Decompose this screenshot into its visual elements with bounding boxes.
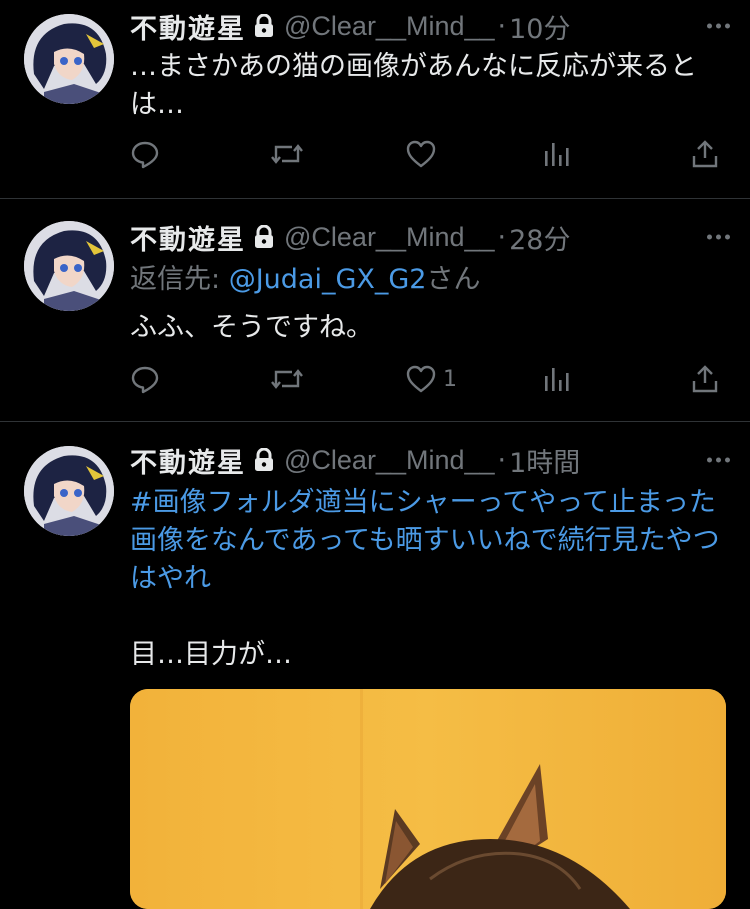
share-button[interactable] [690,134,720,174]
action-bar: 1 [130,359,726,399]
reply-button[interactable] [130,359,160,399]
tweet-1[interactable]: 不動遊星 @Clear__Mind__ · 10分 …まさかあの猫の画像があんな… [0,0,750,199]
lock-icon [254,14,274,38]
hashtag-link[interactable]: #画像フォルダ適当にシャーってやって止まった画像をなんであっても晒すいいねで続行… [130,484,726,598]
share-icon [692,140,718,168]
more-icon[interactable] [707,457,730,463]
lock-icon [254,225,274,249]
separator: · [497,444,507,476]
separator: · [497,10,507,42]
tweet-header: 不動遊星 @Clear__Mind__ · 28分 [130,217,730,257]
more-icon[interactable] [707,234,730,240]
horse-photo [130,689,726,909]
like-count: 1 [443,366,457,392]
reply-context: 返信先: @Judai_GX_G2さん [130,257,480,296]
tweet-text: ふふ、そうですね。 [130,312,373,343]
action-bar [130,134,726,174]
avatar[interactable] [24,446,114,536]
handle[interactable]: @Clear__Mind__ [284,445,495,476]
tweet-header: 不動遊星 @Clear__Mind__ · 10分 [130,6,730,46]
display-name[interactable]: 不動遊星 [130,7,246,46]
reply-label: 返信先: [130,264,221,295]
tweet-2[interactable]: 不動遊星 @Clear__Mind__ · 28分 返信先: @Judai_GX… [0,199,750,422]
retweet-button[interactable] [270,359,304,399]
tweet-text: 目…目力が… [130,639,292,670]
avatar[interactable] [24,221,114,311]
tweet-media-image[interactable] [130,689,726,909]
reply-icon [131,141,159,169]
display-name[interactable]: 不動遊星 [130,218,246,257]
tweet-header: 不動遊星 @Clear__Mind__ · 1時間 [130,440,730,480]
views-button[interactable] [542,359,570,399]
views-icon [545,143,569,166]
handle[interactable]: @Clear__Mind__ [284,222,495,253]
retweet-icon [271,369,303,389]
display-name[interactable]: 不動遊星 [130,441,246,480]
handle[interactable]: @Clear__Mind__ [284,11,495,42]
reply-button[interactable] [130,134,160,174]
reply-icon [131,366,159,394]
avatar[interactable] [24,14,114,104]
heart-icon [406,140,436,168]
retweet-icon [271,144,303,164]
like-button[interactable]: 1 [405,359,457,399]
timestamp[interactable]: 28分 [509,218,570,257]
timestamp[interactable]: 10分 [509,7,570,46]
lock-icon [254,448,274,472]
views-button[interactable] [542,134,570,174]
reply-suffix: さん [426,264,481,295]
share-icon [692,365,718,393]
share-button[interactable] [690,359,720,399]
heart-icon [406,365,436,393]
timestamp[interactable]: 1時間 [509,441,580,480]
reply-mention-link[interactable]: @Judai_GX_G2 [229,264,427,295]
retweet-button[interactable] [270,134,304,174]
separator: · [497,221,507,253]
like-button[interactable] [405,134,437,174]
more-icon[interactable] [707,23,730,29]
views-icon [545,368,569,391]
tweet-text: …まさかあの猫の画像があんなに反応が来るとは… [130,51,697,120]
